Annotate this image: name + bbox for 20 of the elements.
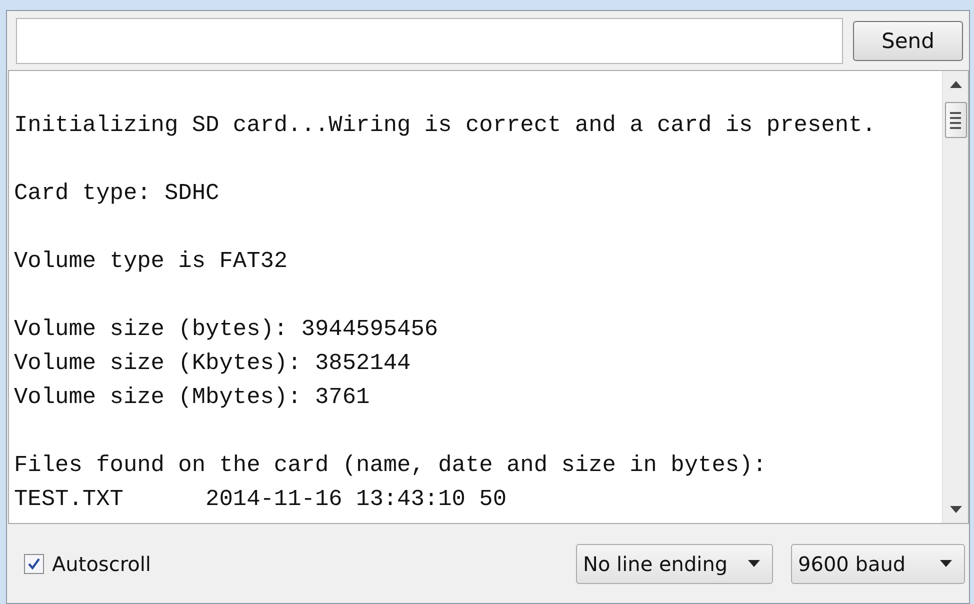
message-input-field[interactable]: [16, 18, 843, 64]
output-line: Volume size (bytes): 3944595456: [14, 315, 438, 344]
scrollbar[interactable]: [942, 71, 968, 523]
caret-icon: [940, 560, 952, 567]
output-line: TEST.TXT 2014-11-16 13:43:10 50: [14, 485, 506, 514]
output-line: Initializing SD card...Wiring is correct and a card is present.: [14, 111, 876, 140]
baud-rate-dropdown[interactable]: 9600 baud: [791, 544, 965, 584]
autoscroll-label: Autoscroll: [52, 552, 151, 576]
output-line: Card type: SDHC: [14, 179, 220, 208]
output-line: Volume size (Kbytes): 3852144: [14, 349, 411, 378]
output-line: Volume type is FAT32: [14, 247, 288, 276]
line-ending-dropdown[interactable]: No line ending: [576, 544, 773, 584]
send-button[interactable]: Send: [853, 21, 963, 61]
output-line: Volume size (Mbytes): 3761: [14, 383, 370, 412]
output-line: Files found on the card (name, date and size in bytes):: [14, 451, 766, 480]
caret-icon: [748, 560, 760, 567]
scroll-down-arrow-icon[interactable]: [950, 506, 962, 513]
scroll-up-arrow-icon[interactable]: [950, 81, 962, 88]
autoscroll-checkbox[interactable]: [24, 554, 44, 574]
scroll-thumb[interactable]: [944, 102, 966, 138]
